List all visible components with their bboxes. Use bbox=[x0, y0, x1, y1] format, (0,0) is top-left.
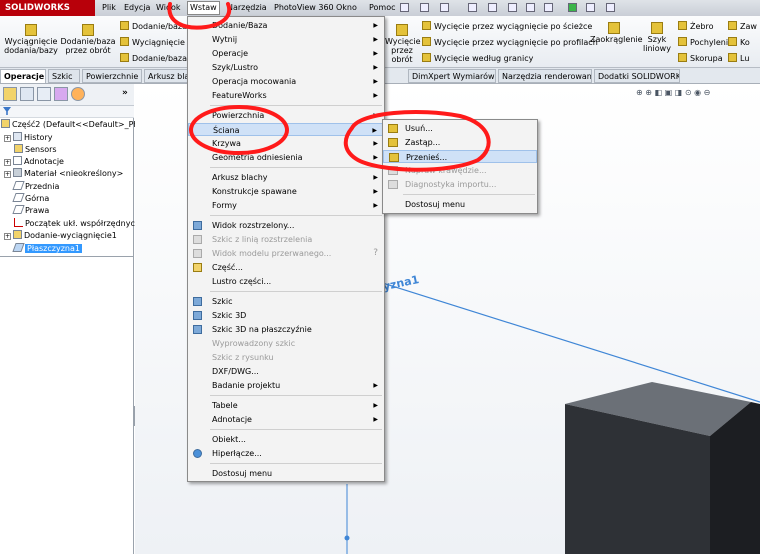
annotation-circle-sciana bbox=[189, 105, 289, 155]
annotation-circle-usun-zastap-przenies bbox=[343, 110, 491, 172]
annotation-circle-wstaw bbox=[167, 2, 232, 30]
annotation-overlay bbox=[167, 2, 491, 172]
